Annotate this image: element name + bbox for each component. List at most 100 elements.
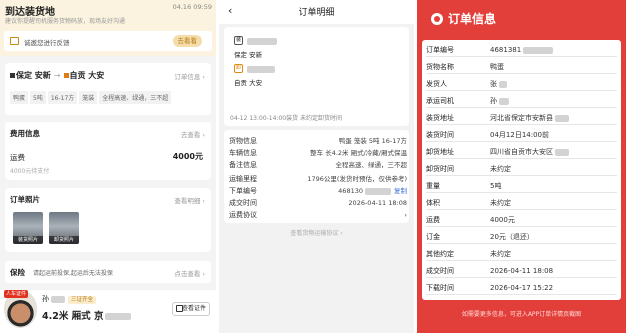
loading-photo-thumbnail[interactable]: 装货照片 xyxy=(13,212,43,244)
cargo-tag: 16-17方 xyxy=(47,91,78,104)
fee-view-link[interactable]: 去查看 › xyxy=(181,129,205,139)
route-detail-card: 装 保定 安新 卸 自贡 大安 04-12 13:00-14:00装货 未约定卸… xyxy=(224,27,409,126)
driver-name: 孙 xyxy=(42,295,49,303)
info-row: 货物名称 鸭蛋 xyxy=(426,61,617,74)
info-label: 承运司机 xyxy=(426,97,454,105)
info-row: 卸货地址 四川省自贡市大安区 xyxy=(426,146,617,159)
info-value: 四川省自贡市大安区 xyxy=(490,146,569,159)
info-row: 其他约定 未约定 xyxy=(426,248,617,261)
vehicle-info: 4.2米 厢式 京 xyxy=(42,308,132,322)
detail-value: 整车 长4.2米 厢式/冷藏/厢式保温 xyxy=(310,149,407,157)
redacted-address xyxy=(247,38,277,45)
info-value: 20元（退还） xyxy=(490,233,534,241)
cert-complete-chip: 三证齐全 xyxy=(68,296,97,304)
info-row: 卸货时间 未约定 xyxy=(426,163,617,176)
info-value: 4681381 xyxy=(490,44,554,57)
info-value: 04月12日14:00前 xyxy=(490,131,549,139)
photo-caption: 装货照片 xyxy=(13,236,43,244)
copy-button[interactable]: 复制 xyxy=(394,187,407,195)
unloading-photo-thumbnail[interactable]: 卸货照片 xyxy=(49,212,79,244)
info-row: 成交时间 2026-04-11 18:08 xyxy=(426,265,617,278)
order-number: 468130 xyxy=(338,187,363,195)
redacted-text xyxy=(523,46,554,54)
detail-row: 成交时间 2026-04-11 18:08 xyxy=(229,198,407,208)
status-subtitle: 建议你提醒司机服务货物码放，现场友好沟通 xyxy=(5,18,126,25)
feedback-bar[interactable]: 诚邀您进行反馈 去看看 xyxy=(4,31,212,51)
detail-row: 下单编号 468130 复制 xyxy=(229,186,407,196)
info-value: 2026-04-17 15:22 xyxy=(490,284,554,292)
info-value: 孙 xyxy=(490,95,509,108)
freight-value: 4000元 xyxy=(172,152,203,161)
view-certificates-button[interactable]: 查看证件 xyxy=(172,302,210,316)
info-label: 重量 xyxy=(426,182,440,190)
detail-value: 2026-04-11 18:08 xyxy=(348,199,407,207)
order-info-title: 订单信息 xyxy=(448,12,497,26)
status-time: 04.16 09:59 xyxy=(172,3,212,11)
detail-row: 运输里程 1796公里(发货时预估，仅供参考) xyxy=(229,174,407,184)
photos-card: 订单照片 查看明细 › 装货照片 卸货照片 xyxy=(5,188,211,252)
insurance-card: 保险 请起运前投保,起运后无法投保 点击查看 › xyxy=(5,261,211,283)
info-value: 2026-04-11 18:08 xyxy=(490,267,554,275)
feedback-button[interactable]: 去看看 xyxy=(172,35,202,47)
info-label: 装货地址 xyxy=(426,114,454,122)
redacted-text xyxy=(555,148,569,156)
driver-name-line: 孙 三证齐全 xyxy=(42,294,97,304)
detail-label: 货物信息 xyxy=(229,137,257,145)
schedule-line: 04-12 13:00-14:00装货 未约定卸货时间 xyxy=(230,115,342,122)
feedback-prompt: 诚邀您进行反馈 xyxy=(24,39,70,47)
detail-label: 运输里程 xyxy=(229,175,257,183)
order-status-screen: 到达装货地 04.16 09:59 建议你提醒司机服务货物码放，现场友好沟通 诚… xyxy=(0,0,216,333)
route-to: 自贡 大安 xyxy=(69,71,105,80)
info-value: 5吨 xyxy=(490,182,502,190)
cargo-tag: 全程高速、绿通，三不超 xyxy=(99,91,172,104)
order-info-table: 订单编号 4681381 货物名称 鸭蛋 发货人 张 承运司机 孙 装货地址 河北省保定市… xyxy=(422,40,621,300)
info-label: 运费 xyxy=(426,216,440,224)
info-label: 成交时间 xyxy=(426,267,454,275)
vehicle-text: 4.2米 厢式 京 xyxy=(42,311,104,322)
photo-caption: 卸货照片 xyxy=(49,236,79,244)
transport-agreement-link[interactable]: 查看货物运输协议 › xyxy=(219,228,414,237)
info-value: 4000元 xyxy=(490,216,515,224)
freight-label: 运费 xyxy=(10,153,25,162)
cargo-tag: 鸭蛋 xyxy=(10,91,29,104)
info-row: 运费 4000元 xyxy=(426,214,617,227)
detail-row-agreement[interactable]: 运费协议 › xyxy=(229,210,407,220)
info-value: 未约定 xyxy=(490,165,511,173)
nav-bar: ‹ 订单明细 xyxy=(219,0,414,24)
insurance-link[interactable]: 点击查看 › xyxy=(174,268,205,278)
photos-detail-link[interactable]: 查看明细 › xyxy=(174,195,205,205)
order-info-link[interactable]: 订单信息 › xyxy=(174,71,205,81)
fee-card: 费用信息 去查看 › 运费 4000元 4000元待支付 xyxy=(5,122,211,180)
screenshot-root: 到达装货地 04.16 09:59 建议你提醒司机服务货物码放，现场友好沟通 诚… xyxy=(0,0,626,333)
chevron-right-icon: › xyxy=(404,211,407,219)
cargo-tags: 鸭蛋 5吨 16-17方 笼装 全程高速、绿通，三不超 xyxy=(10,91,173,104)
arrow-right-icon: → xyxy=(53,71,61,80)
detail-row: 备注信息 全程高速、绿通，三不超 xyxy=(229,160,407,170)
info-label: 卸货时间 xyxy=(426,165,454,173)
route-card[interactable]: 保定 安新 → 自贡 大安 订单信息 › 鸭蛋 5吨 16-17方 笼装 全程高速、… xyxy=(5,63,211,115)
view-certificates-label: 查看证件 xyxy=(181,305,206,312)
info-row: 订金 20元（退还） xyxy=(426,231,617,244)
redacted-text xyxy=(499,80,507,88)
order-info-screen: 订单信息 订单编号 4681381 货物名称 鸭蛋 发货人 张 承运司机 孙 装货地址 河… xyxy=(417,0,626,333)
detail-label: 车辆信息 xyxy=(229,149,257,157)
load-stop-icon: 装 xyxy=(234,36,243,45)
load-place: 保定 安新 xyxy=(234,51,263,59)
detail-label: 下单编号 xyxy=(229,187,257,195)
fee-header: 费用信息 xyxy=(10,129,40,138)
info-value: 张 xyxy=(490,78,507,91)
detail-label: 备注信息 xyxy=(229,161,257,169)
info-row: 发货人 张 xyxy=(426,78,617,91)
page-title: 订单明细 xyxy=(298,8,335,18)
order-detail-screen: ‹ 订单明细 装 保定 安新 卸 自贡 大安 04-12 13:00-14:00… xyxy=(219,0,414,333)
info-row: 下载时间 2026-04-17 15:22 xyxy=(426,282,617,295)
destination-marker-icon xyxy=(63,73,69,78)
redacted-plate xyxy=(105,313,132,320)
info-label: 发货人 xyxy=(426,80,447,88)
info-label: 订金 xyxy=(426,233,440,241)
info-row: 装货地址 河北省保定市安新县 xyxy=(426,112,617,125)
info-label: 卸货地址 xyxy=(426,148,454,156)
detail-value: 1796公里(发货时预估，仅供参考) xyxy=(307,175,407,183)
insurance-header: 保险 xyxy=(10,268,25,277)
cargo-tag: 笼装 xyxy=(79,91,98,104)
